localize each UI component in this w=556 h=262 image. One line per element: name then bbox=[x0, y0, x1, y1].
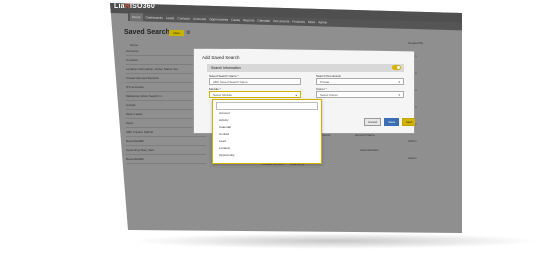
nav-item-leads[interactable]: Leads bbox=[166, 14, 175, 22]
nav-item-documents[interactable]: Documents bbox=[273, 17, 289, 25]
nav-item-admin[interactable]: Admin bbox=[318, 18, 327, 26]
new-button[interactable]: New bbox=[169, 30, 184, 36]
nav-item-accounts[interactable]: Accounts bbox=[193, 15, 206, 23]
filter-label-created-by[interactable]: Created By bbox=[408, 41, 423, 45]
search-permission-select[interactable]: Private ▾ bbox=[316, 78, 404, 85]
logo-prefix: Lia bbox=[114, 3, 125, 10]
nav-item-cases[interactable]: Cases bbox=[231, 16, 240, 24]
dropdown-option-account[interactable]: Account bbox=[219, 111, 230, 115]
section-header: Search Information bbox=[207, 64, 404, 72]
floor-shadow bbox=[130, 233, 540, 249]
saved-search-name-input[interactable]: ABC Saved Search Name bbox=[209, 78, 301, 85]
cell-created-by: Admin bbox=[408, 88, 458, 105]
owner-select[interactable]: Select Owner ▾ bbox=[316, 91, 404, 98]
permission-value: Private bbox=[320, 80, 330, 84]
list-item[interactable]: Records/ABC bbox=[126, 155, 206, 164]
list-item[interactable]: Records/ABC bbox=[126, 137, 206, 146]
page-title: Saved Search bbox=[124, 29, 170, 36]
module-dropdown: Account Activity Calendar Contact Lead L… bbox=[212, 99, 322, 164]
cell-created-by: Admin bbox=[408, 139, 417, 143]
modal-actions: Cancel Save Next bbox=[364, 118, 415, 126]
nav-item-reports[interactable]: Reports bbox=[243, 16, 254, 24]
section-toggle[interactable] bbox=[392, 65, 401, 70]
cell-created-by: Admin bbox=[408, 156, 417, 160]
cell-owner: Administration bbox=[360, 148, 380, 152]
logo-suffix: ISO360 bbox=[129, 3, 155, 10]
dropdown-option-lead[interactable]: Lead bbox=[219, 139, 226, 143]
nav-item-more[interactable]: More bbox=[308, 18, 315, 26]
module-placeholder: Select Module bbox=[213, 93, 233, 97]
nav-item-products[interactable]: Products bbox=[292, 18, 305, 26]
nav-item-opportunities[interactable]: Opportunities bbox=[209, 15, 228, 24]
nav-item-contacts[interactable]: Contacts bbox=[177, 14, 190, 22]
dropdown-option-location[interactable]: Location bbox=[219, 146, 230, 150]
section-title: Search Information bbox=[211, 66, 241, 70]
cell-created-by: Admin bbox=[408, 71, 458, 88]
cell-created-by: Admin bbox=[408, 122, 458, 139]
save-button[interactable]: Save bbox=[384, 118, 400, 126]
nav-item-dashboards[interactable]: Dashboards bbox=[146, 13, 163, 21]
nav-item-home[interactable]: Home bbox=[130, 13, 143, 22]
cancel-button[interactable]: Cancel bbox=[364, 118, 382, 126]
dropdown-option-contact[interactable]: Contact bbox=[219, 132, 229, 136]
cell-created-by: Admin bbox=[408, 54, 458, 71]
chevron-up-icon: ▴ bbox=[295, 93, 297, 97]
nav-item-calendar[interactable]: Calendar bbox=[257, 17, 270, 25]
dropdown-option-calendar[interactable]: Calendar bbox=[219, 125, 231, 129]
cell-created-by: Admin bbox=[408, 105, 458, 122]
created-by-column: Admin Admin Admin Admin Admin Admin Admi… bbox=[408, 54, 458, 173]
list-item[interactable]: Upcoming Task_Vars bbox=[126, 146, 206, 155]
modal-title: Add Saved Search bbox=[202, 55, 240, 60]
owner-value: Select Owner bbox=[320, 93, 339, 97]
dropdown-option-opportunity[interactable]: Opportunity bbox=[219, 153, 235, 157]
app-logo[interactable]: LiaRISO360 bbox=[114, 3, 155, 10]
dropdown-search-input[interactable] bbox=[216, 102, 318, 110]
module-select[interactable]: Select Module ▴ bbox=[209, 91, 301, 98]
dropdown-option-activity[interactable]: Activity bbox=[219, 118, 229, 122]
chevron-down-icon: ▾ bbox=[398, 80, 400, 84]
stage: LiaRISO360 Home Dashboards Leads Contact… bbox=[0, 0, 556, 262]
chevron-down-icon: ▾ bbox=[398, 93, 400, 97]
next-button[interactable]: Next bbox=[402, 118, 415, 126]
gear-icon[interactable]: ⚙ bbox=[186, 30, 192, 36]
app-screen: LiaRISO360 Home Dashboards Leads Contact… bbox=[110, 3, 462, 233]
